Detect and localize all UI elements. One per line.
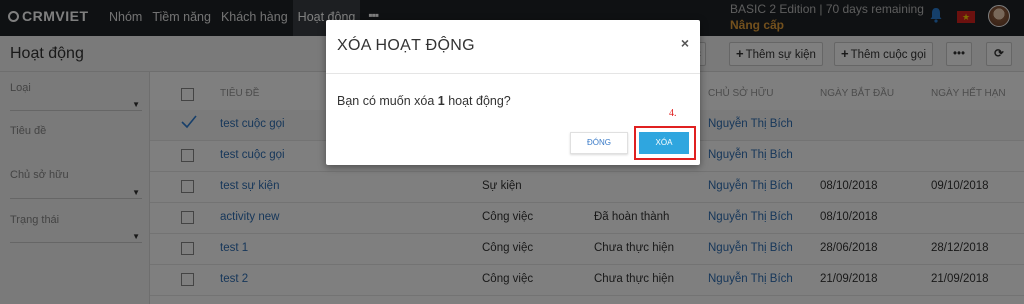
dialog-message: Bạn có muốn xóa 1 hoạt động? xyxy=(337,94,511,108)
close-icon[interactable]: × xyxy=(681,35,689,51)
dialog-divider xyxy=(326,73,700,74)
delete-activity-dialog: XÓA HOẠT ĐỘNG × Bạn có muốn xóa 1 hoạt đ… xyxy=(326,20,700,165)
dialog-title: XÓA HOẠT ĐỘNG xyxy=(337,37,475,54)
dialog-close-button[interactable]: ĐÓNG xyxy=(570,132,628,154)
delete-count: 1 xyxy=(437,94,445,108)
step-highlight-box xyxy=(634,126,696,160)
step-number-label: 4. xyxy=(669,108,677,119)
